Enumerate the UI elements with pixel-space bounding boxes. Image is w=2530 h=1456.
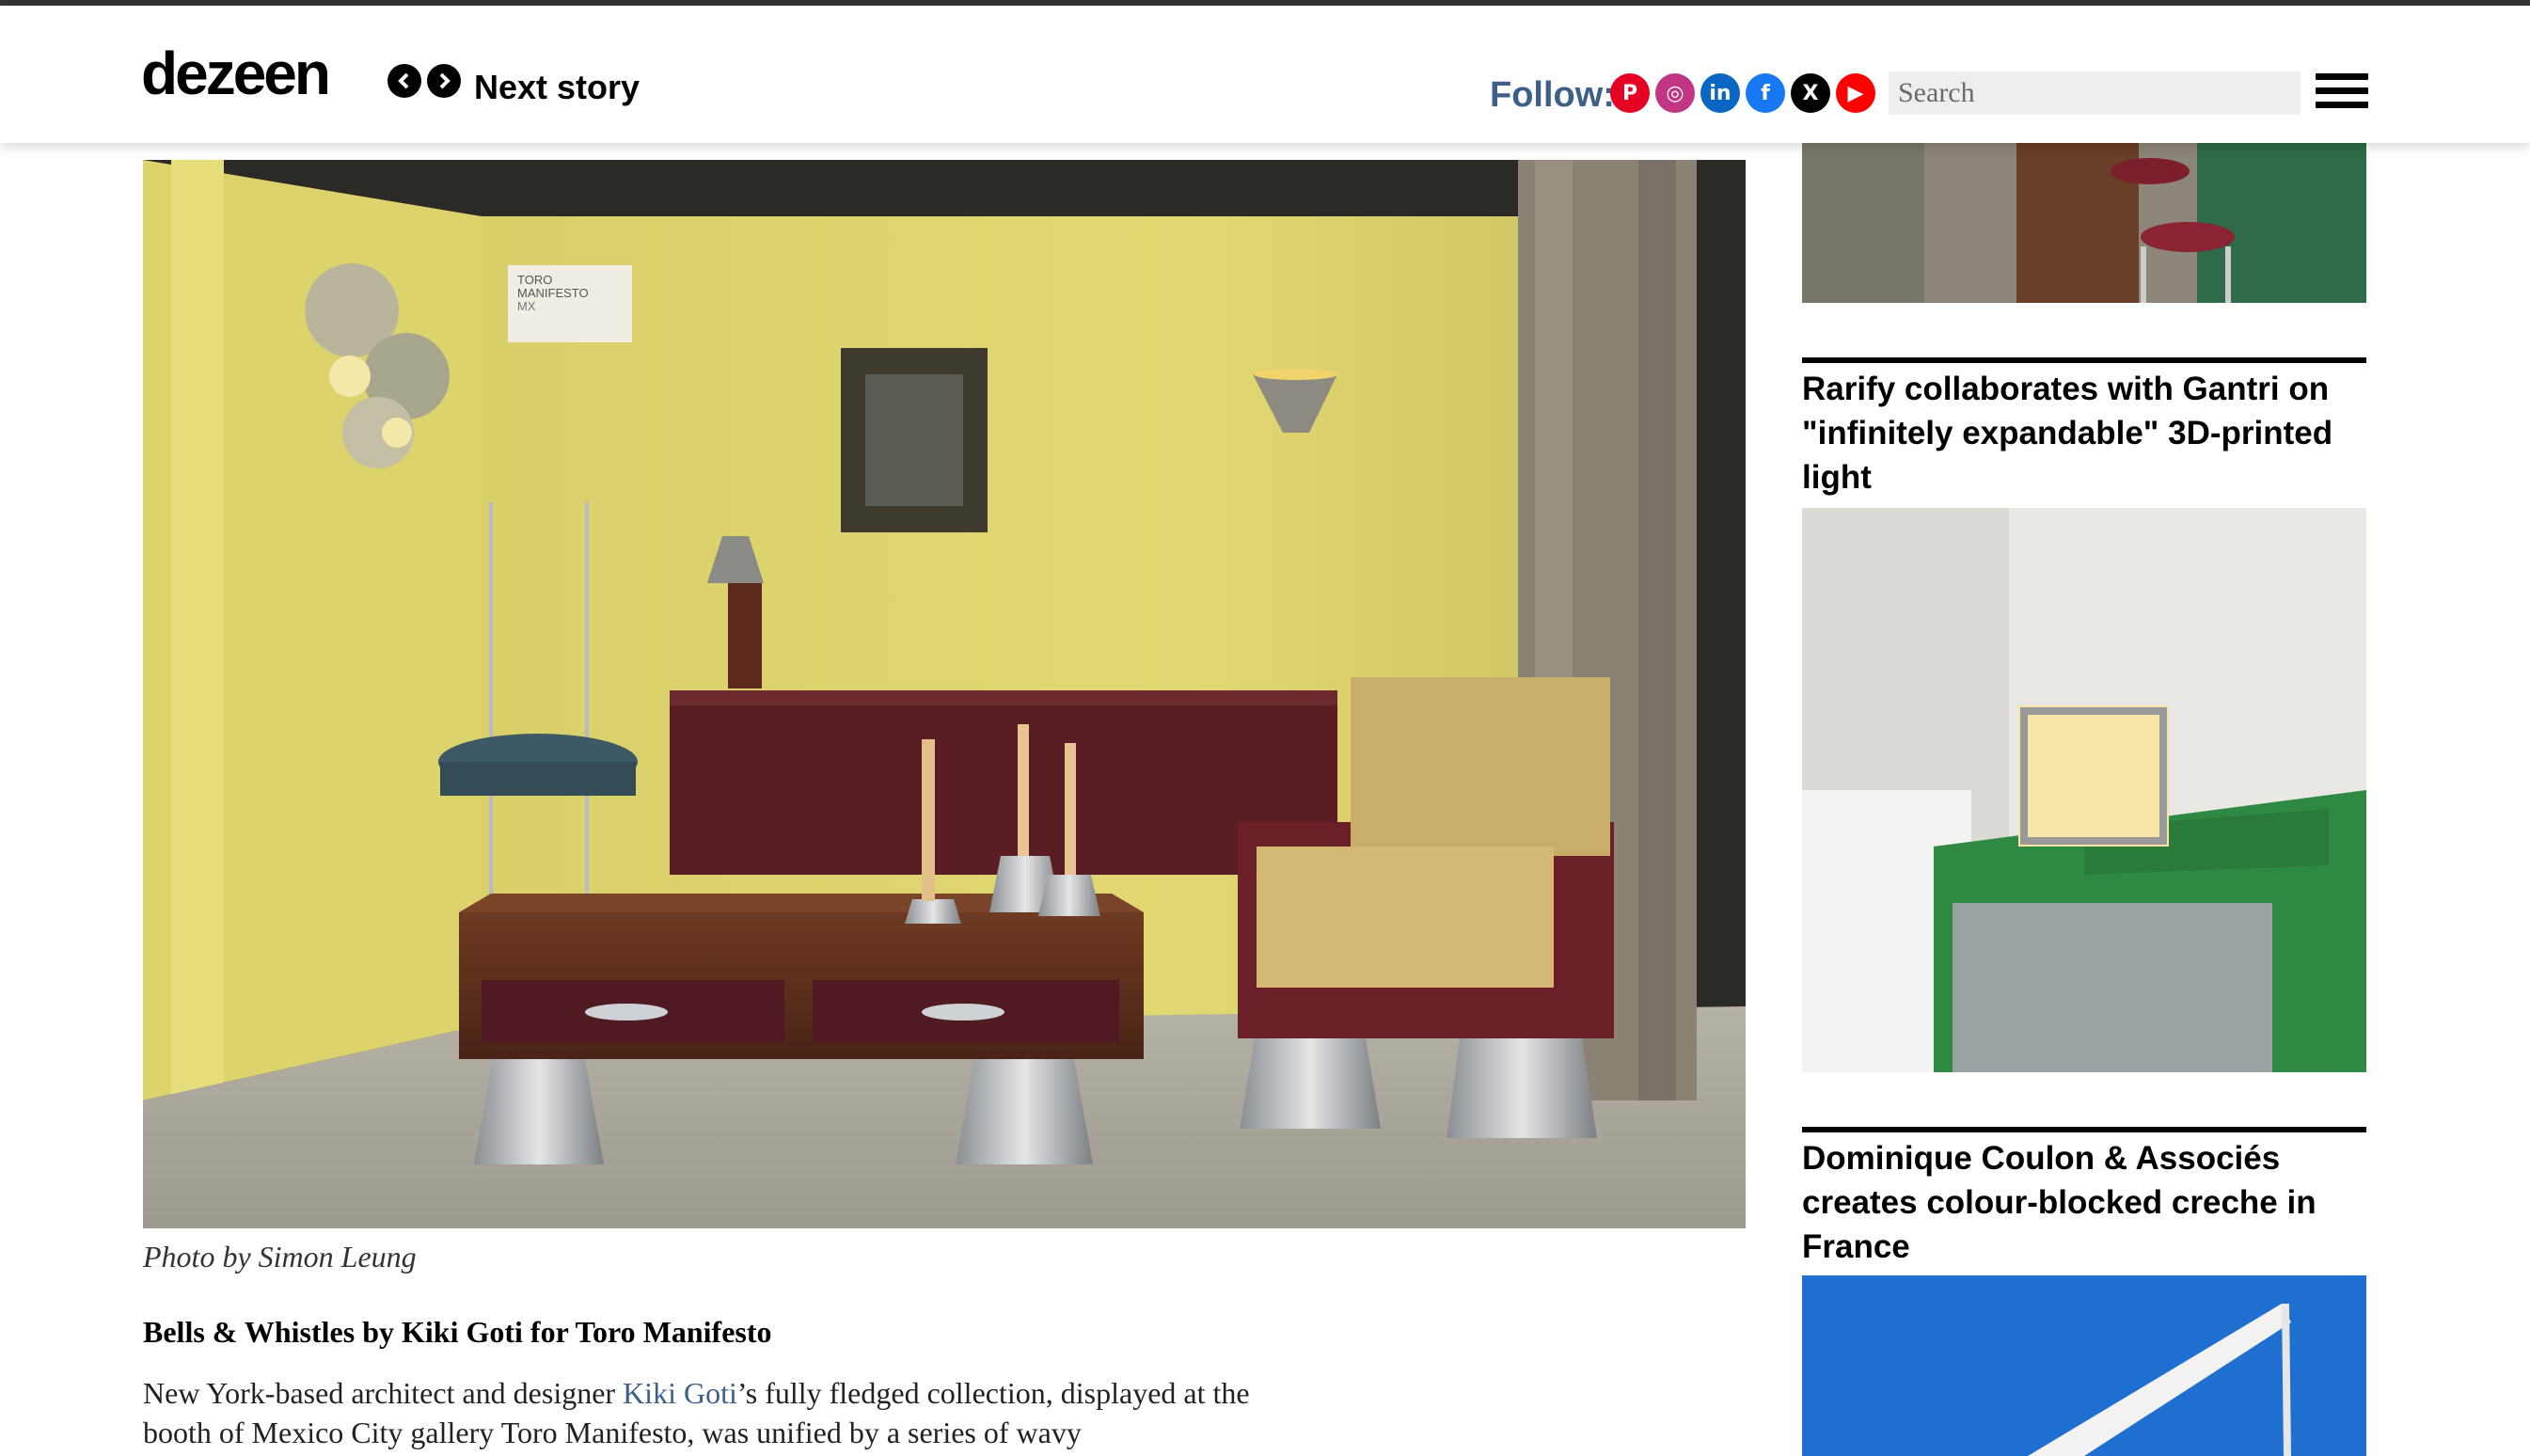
designer-link[interactable]: Kiki Goti bbox=[623, 1376, 737, 1410]
x-icon[interactable]: X bbox=[1791, 73, 1830, 113]
article-photo: TORO MANIFESTO MX bbox=[143, 160, 1746, 1228]
sidebar-story-image-0[interactable] bbox=[1802, 143, 2366, 303]
interior-photo-illustration: TORO MANIFESTO MX bbox=[143, 160, 1746, 1228]
article-body-paragraph: New York-based architect and designer Ki… bbox=[143, 1376, 1250, 1449]
next-story-link[interactable]: Next story bbox=[474, 68, 640, 107]
next-story-arrow-button[interactable] bbox=[427, 64, 461, 98]
photo-sign-line1: TORO bbox=[517, 273, 552, 287]
sidebar-story-title[interactable]: Dominique Coulon & Associés creates colo… bbox=[1802, 1136, 2366, 1269]
photo-caption: Photo by Simon Leung bbox=[143, 1240, 417, 1274]
sidebar-story-image-1[interactable] bbox=[1802, 508, 2366, 1072]
sidebar-story-title[interactable]: Rarify collaborates with Gantri on "infi… bbox=[1802, 367, 2366, 499]
hamburger-icon bbox=[2316, 73, 2368, 80]
search-input[interactable] bbox=[1889, 71, 2301, 115]
photo-sign-line2: MANIFESTO bbox=[517, 286, 589, 300]
facebook-icon[interactable]: f bbox=[1746, 73, 1785, 113]
chevron-left-icon bbox=[398, 72, 409, 89]
pinterest-icon[interactable]: P bbox=[1610, 73, 1650, 113]
linkedin-icon[interactable]: in bbox=[1700, 73, 1740, 113]
social-links: P ◎ in f X ▶ bbox=[1610, 73, 1875, 113]
site-header: dezeen Next story Follow: P ◎ in f X ▶ bbox=[0, 6, 2530, 143]
story-nav-arrows bbox=[387, 64, 461, 98]
photo-sign-line3: MX bbox=[517, 299, 536, 313]
instagram-icon[interactable]: ◎ bbox=[1655, 73, 1695, 113]
chevron-right-icon bbox=[439, 72, 451, 89]
follow-label: Follow: bbox=[1490, 75, 1615, 115]
section-subheading: Bells & Whistles by Kiki Goti for Toro M… bbox=[143, 1315, 772, 1349]
previous-story-button[interactable] bbox=[387, 64, 421, 98]
menu-button[interactable] bbox=[2316, 73, 2368, 115]
sidebar-divider bbox=[1802, 357, 2366, 363]
sidebar-story-image-2[interactable] bbox=[1802, 1275, 2366, 1456]
sidebar-divider bbox=[1802, 1127, 2366, 1132]
youtube-icon[interactable]: ▶ bbox=[1836, 73, 1875, 113]
dezeen-logo[interactable]: dezeen bbox=[141, 43, 331, 103]
